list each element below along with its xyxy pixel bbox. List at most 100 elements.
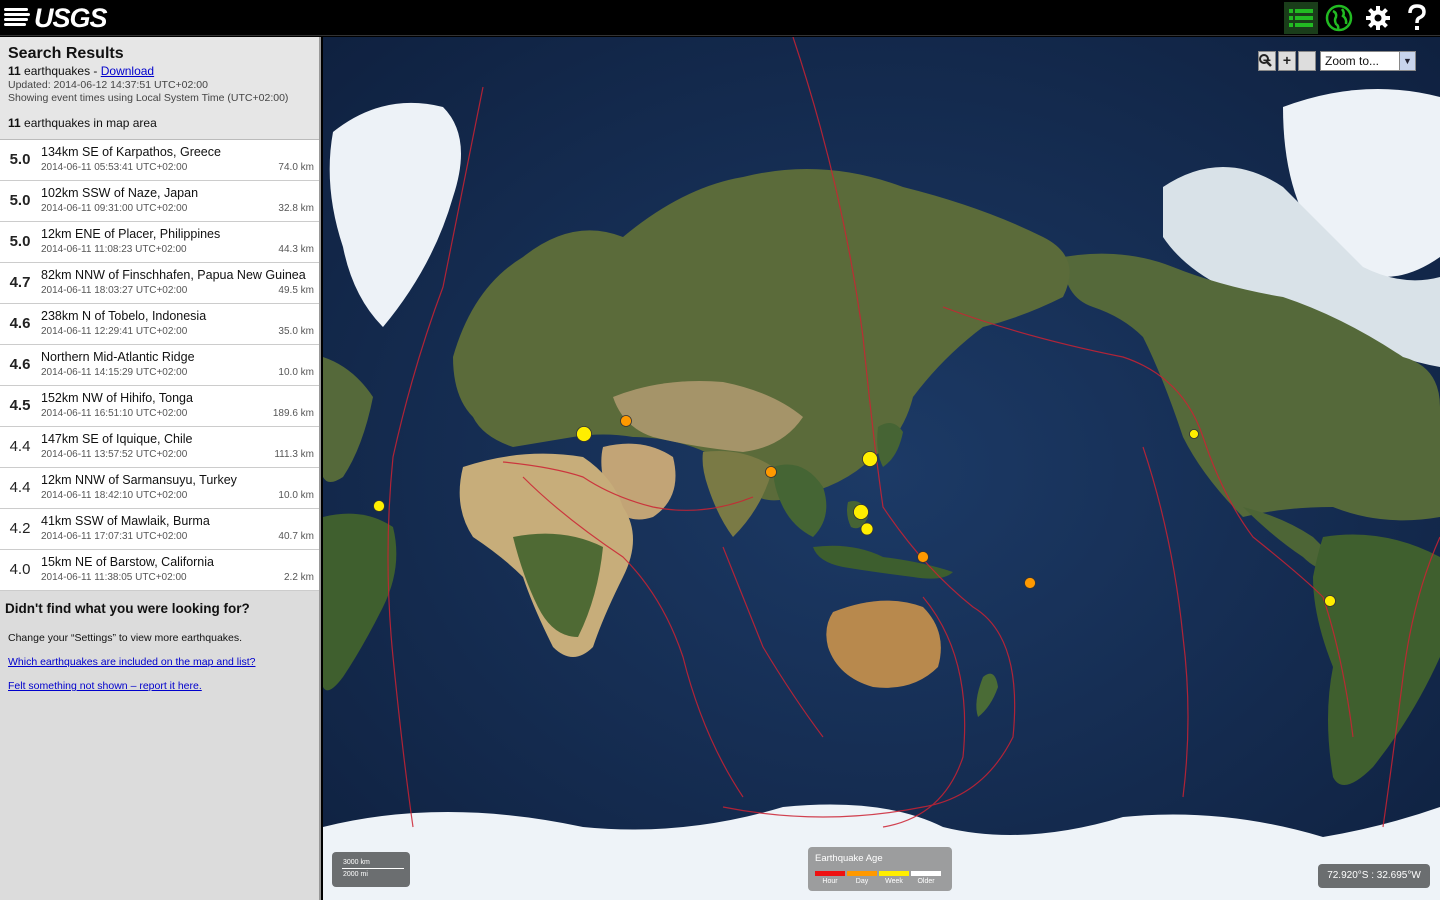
timezone-note: Showing event times using Local System T…: [8, 92, 289, 104]
legend-swatch-older: [911, 871, 941, 876]
quake-magnitude: 4.2: [9, 520, 31, 537]
result-count-line: 11 earthquakes - Download: [8, 64, 311, 78]
quake-magnitude: 4.0: [9, 561, 31, 578]
report-felt-link[interactable]: Felt something not shown – report it her…: [8, 680, 314, 692]
zoom-in-button[interactable]: +: [1278, 51, 1296, 71]
quake-depth: 2.2 km: [283, 572, 314, 583]
earthquake-age-legend: Earthquake Age Hour Day Week Older: [808, 847, 952, 891]
help-button[interactable]: [1400, 2, 1434, 34]
earthquake-marker[interactable]: [576, 426, 592, 442]
quake-place: 82km NNW of Finschhafen, Papua New Guine…: [41, 268, 306, 282]
quake-place: 102km SSW of Naze, Japan: [41, 186, 199, 200]
earthquake-marker[interactable]: [620, 415, 632, 427]
quake-place: 12km ENE of Placer, Philippines: [41, 227, 221, 241]
legend-label-week: Week: [885, 878, 903, 885]
earthquake-list-item[interactable]: 4.6 Northern Mid-Atlantic Ridge 2014-06-11…: [0, 345, 319, 386]
quake-magnitude: 4.4: [9, 438, 31, 455]
question-icon: [1408, 4, 1426, 30]
earthquake-list-item[interactable]: 4.4 147km SE of Iquique, Chile 2014-06-11 …: [0, 427, 319, 468]
quake-magnitude: 4.6: [9, 315, 31, 332]
list-view-button[interactable]: [1284, 2, 1318, 34]
quake-time: 2014-06-11 09:31:00 UTC+02:00: [41, 203, 188, 214]
earthquake-list: 5.0 134km SE of Karpathos, Greece 2014-06-…: [0, 140, 319, 591]
quake-place: 134km SE of Karpathos, Greece: [41, 145, 221, 159]
earthquake-list-item[interactable]: 5.0 102km SSW of Naze, Japan 2014-06-11 09…: [0, 181, 319, 222]
quake-depth: 44.3 km: [278, 244, 314, 255]
quake-time: 2014-06-11 11:08:23 UTC+02:00: [41, 244, 187, 255]
magnifier-icon: [1259, 54, 1272, 67]
quake-time: 2014-06-11 05:53:41 UTC+02:00: [41, 162, 188, 173]
included-earthquakes-link[interactable]: Which earthquakes are included on the ma…: [8, 656, 314, 668]
quake-time: 2014-06-11 12:29:41 UTC+02:00: [41, 326, 188, 337]
quake-place: Northern Mid-Atlantic Ridge: [41, 350, 195, 364]
legend-label-hour: Hour: [822, 878, 838, 885]
earthquake-list-item[interactable]: 4.6 238km N of Tobelo, Indonesia 2014-06-1…: [0, 304, 319, 345]
earthquake-marker[interactable]: [860, 522, 874, 536]
quake-time: 2014-06-11 18:42:10 UTC+02:00: [41, 490, 188, 501]
app-header: USGS: [0, 0, 1440, 36]
legend-label-older: Older: [917, 878, 935, 885]
quake-depth: 111.3 km: [274, 449, 314, 460]
map-count-label: earthquakes in map area: [20, 116, 157, 130]
quake-time: 2014-06-11 18:03:27 UTC+02:00: [41, 285, 188, 296]
earthquake-list-item[interactable]: 5.0 12km ENE of Placer, Philippines 2014-0…: [0, 222, 319, 263]
download-link[interactable]: Download: [101, 64, 154, 78]
map-canvas: [323, 37, 1440, 900]
updated-time: Updated: 2014-06-12 14:37:51 UTC+02:00: [8, 79, 208, 91]
world-map[interactable]: − + Zoom to... ▼ 3000 km 2000 mi Earthqu…: [323, 37, 1440, 900]
settings-button[interactable]: [1361, 2, 1395, 34]
earthquake-marker[interactable]: [1324, 595, 1336, 607]
quake-depth: 35.0 km: [278, 326, 314, 337]
earthquake-marker[interactable]: [1189, 429, 1199, 439]
earthquake-list-item[interactable]: 4.5 152km NW of Hihifo, Tonga 2014-06-11 1…: [0, 386, 319, 427]
quake-time: 2014-06-11 13:57:52 UTC+02:00: [41, 449, 188, 460]
earthquake-list-item[interactable]: 4.4 12km NNW of Sarmansuyu, Turkey 2014-06…: [0, 468, 319, 509]
quake-magnitude: 5.0: [9, 192, 31, 209]
zoom-controls: − + Zoom to... ▼: [1258, 51, 1416, 71]
map-count-number: 11: [8, 116, 21, 130]
quake-time: 2014-06-11 17:07:31 UTC+02:00: [41, 531, 188, 542]
map-view-button[interactable]: [1322, 2, 1356, 34]
legend-swatch-day: [847, 871, 877, 876]
quake-depth: 189.6 km: [272, 408, 314, 419]
gear-icon: [1366, 6, 1390, 30]
earthquake-list-item[interactable]: 4.2 41km SSW of Mawlaik, Burma 2014-06-11 …: [0, 509, 319, 550]
chevron-down-icon: ▼: [1399, 52, 1415, 70]
quake-place: 238km N of Tobelo, Indonesia: [41, 309, 207, 323]
legend-swatch-hour: [815, 871, 845, 876]
quake-magnitude: 5.0: [9, 233, 31, 250]
quake-place: 152km NW of Hihifo, Tonga: [41, 391, 193, 405]
usgs-logo[interactable]: USGS: [4, 3, 108, 33]
quake-depth: 49.5 km: [278, 285, 314, 296]
earthquake-list-item[interactable]: 4.7 82km NNW of Finschhafen, Papua New Gu…: [0, 263, 319, 304]
quake-place: 15km NE of Barstow, California: [41, 555, 214, 569]
result-count: 11: [8, 64, 21, 78]
scale-mi-label: 2000 mi: [343, 871, 368, 878]
earthquake-marker[interactable]: [917, 551, 929, 563]
zoom-search-button[interactable]: [1259, 51, 1316, 71]
quake-magnitude: 4.4: [9, 479, 31, 496]
earthquake-list-item[interactable]: 4.0 15km NE of Barstow, California 2014-06…: [0, 550, 319, 591]
results-header: Search Results 11 earthquakes - Download…: [0, 37, 319, 140]
quake-time: 2014-06-11 11:38:05 UTC+02:00: [41, 572, 187, 583]
earthquake-marker[interactable]: [765, 466, 777, 478]
help-title: Didn't find what you were looking for?: [5, 601, 250, 616]
earthquake-marker[interactable]: [853, 504, 869, 520]
earthquake-list-item[interactable]: 5.0 134km SE of Karpathos, Greece 2014-06-…: [0, 140, 319, 181]
result-count-label: earthquakes -: [20, 64, 101, 78]
help-box: Didn't find what you were looking for? C…: [0, 591, 319, 702]
results-sidebar: Search Results 11 earthquakes - Download…: [0, 37, 321, 900]
earthquake-marker[interactable]: [1024, 577, 1036, 589]
quake-depth: 10.0 km: [278, 367, 314, 378]
scale-km-label: 3000 km: [343, 859, 370, 866]
scale-divider: [342, 868, 404, 869]
legend-title: Earthquake Age: [815, 853, 883, 864]
quake-magnitude: 4.6: [9, 356, 31, 373]
quake-place: 41km SSW of Mawlaik, Burma: [41, 514, 210, 528]
earthquake-marker[interactable]: [862, 451, 878, 467]
zoom-to-select[interactable]: Zoom to... ▼: [1320, 51, 1416, 71]
quake-time: 2014-06-11 16:51:10 UTC+02:00: [41, 408, 188, 419]
map-area-count: 11 earthquakes in map area: [8, 116, 311, 130]
earthquake-marker[interactable]: [373, 500, 385, 512]
quake-depth: 74.0 km: [278, 162, 314, 173]
